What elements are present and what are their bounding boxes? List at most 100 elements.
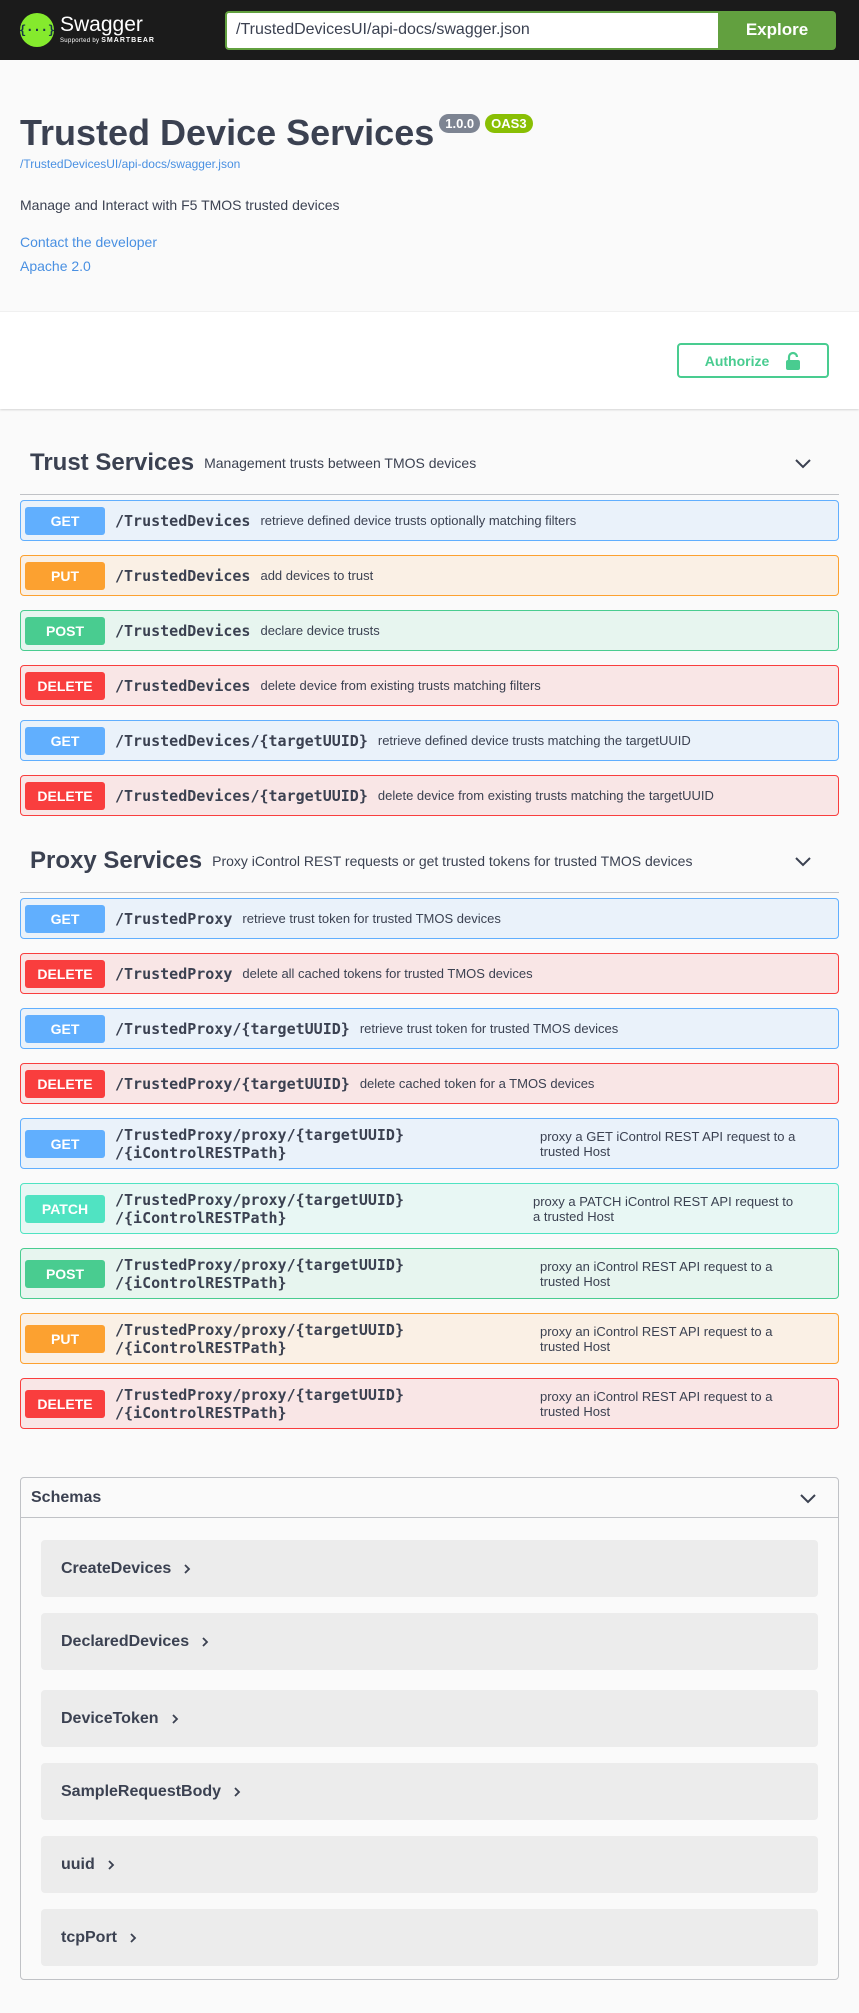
operation-path: /TrustedProxy/proxy/{targetUUID}/{iContr… bbox=[115, 1126, 415, 1162]
schema-item-declareddevices[interactable]: DeclaredDevices bbox=[41, 1613, 818, 1670]
method-badge: DELETE bbox=[25, 959, 105, 988]
method-badge: DELETE bbox=[25, 1069, 105, 1098]
chevron-down-icon[interactable] bbox=[793, 453, 813, 473]
tag-header-proxy-services[interactable]: Proxy Services Proxy iControl REST reque… bbox=[20, 830, 839, 893]
spec-url-input[interactable] bbox=[225, 10, 718, 50]
license-link[interactable]: Apache 2.0 bbox=[20, 258, 839, 274]
operation-path-line2: /{iControlRESTPath} bbox=[115, 1143, 287, 1162]
contact-developer-link[interactable]: Contact the developer bbox=[20, 234, 839, 250]
explore-button[interactable]: Explore bbox=[718, 10, 836, 50]
operation-summary: delete device from existing trusts match… bbox=[260, 678, 541, 693]
schema-item-tcpport[interactable]: tcpPort bbox=[41, 1909, 818, 1966]
chevron-right-icon bbox=[130, 1932, 137, 1943]
operation-put-trusteddevices[interactable]: PUT /TrustedDevices add devices to trust bbox=[20, 555, 839, 596]
operation-get-trusteddevices-targetuuid[interactable]: GET /TrustedDevices/{targetUUID} retriev… bbox=[20, 720, 839, 761]
chevron-down-icon[interactable] bbox=[798, 1488, 818, 1508]
method-badge: GET bbox=[25, 904, 105, 933]
operation-path-line2: /{iControlRESTPath} bbox=[115, 1338, 287, 1357]
tag-header-trust-services[interactable]: Trust Services Management trusts between… bbox=[20, 432, 839, 495]
method-badge: GET bbox=[25, 1014, 105, 1043]
spec-url-link[interactable]: /TrustedDevicesUI/api-docs/swagger.json bbox=[20, 157, 839, 171]
operation-path-line1: /TrustedProxy/proxy/{targetUUID} bbox=[115, 1255, 404, 1274]
method-badge: PATCH bbox=[25, 1194, 105, 1223]
chevron-right-icon bbox=[184, 1563, 191, 1574]
operation-get-trustedproxy[interactable]: GET /TrustedProxy retrieve trust token f… bbox=[20, 898, 839, 939]
schema-name: CreateDevices bbox=[61, 1559, 172, 1577]
operation-delete-trustedproxy[interactable]: DELETE /TrustedProxy delete all cached t… bbox=[20, 953, 839, 994]
operation-post-trustedproxy-proxy[interactable]: POST /TrustedProxy/proxy/{targetUUID}/{i… bbox=[20, 1248, 839, 1299]
operation-get-trustedproxy-proxy[interactable]: GET /TrustedProxy/proxy/{targetUUID}/{iC… bbox=[20, 1118, 839, 1169]
operation-path: /TrustedProxy/{targetUUID} bbox=[115, 1074, 350, 1093]
info-section: Trusted Device Services 1.0.0 OAS3 /Trus… bbox=[0, 60, 859, 312]
operation-summary: proxy an iControl REST API request to a … bbox=[540, 1323, 773, 1354]
operation-delete-trusteddevices-targetuuid[interactable]: DELETE /TrustedDevices/{targetUUID} dele… bbox=[20, 775, 839, 816]
chevron-right-icon bbox=[202, 1636, 209, 1647]
operation-path: /TrustedProxy/proxy/{targetUUID}/{iContr… bbox=[115, 1386, 415, 1422]
schema-item-createdevices[interactable]: CreateDevices bbox=[41, 1540, 818, 1597]
operation-path: /TrustedProxy/{targetUUID} bbox=[115, 1019, 350, 1038]
schema-item-samplerequestbody[interactable]: SampleRequestBody bbox=[41, 1763, 818, 1820]
method-badge: GET bbox=[25, 726, 105, 755]
operation-path-line2: /{iControlRESTPath} bbox=[115, 1403, 287, 1422]
operation-path: /TrustedProxy bbox=[115, 909, 233, 928]
lock-icon bbox=[786, 351, 801, 370]
operation-summary: proxy an iControl REST API request to a … bbox=[540, 1258, 773, 1289]
authorize-button[interactable]: Authorize bbox=[677, 343, 829, 378]
operation-summary: delete device from existing trusts match… bbox=[377, 788, 714, 803]
method-badge: GET bbox=[25, 1129, 105, 1158]
logo-subtitle: Supported by SMARTBEAR bbox=[60, 36, 155, 46]
operation-delete-trusteddevices[interactable]: DELETE /TrustedDevices delete device fro… bbox=[20, 665, 839, 706]
schema-name: DeclaredDevices bbox=[61, 1632, 190, 1650]
tag-description: Proxy iControl REST requests or get trus… bbox=[212, 853, 693, 869]
oas-badge: OAS3 bbox=[485, 114, 533, 133]
operation-path-line1: /TrustedProxy/proxy/{targetUUID} bbox=[115, 1320, 404, 1339]
api-description: Manage and Interact with F5 TMOS trusted… bbox=[20, 197, 340, 213]
tag-section-proxy-services: Proxy Services Proxy iControl REST reque… bbox=[0, 830, 859, 1429]
operation-summary: add devices to trust bbox=[260, 568, 374, 583]
operation-delete-trustedproxy-targetuuid[interactable]: DELETE /TrustedProxy/{targetUUID} delete… bbox=[20, 1063, 839, 1104]
operation-post-trusteddevices[interactable]: POST /TrustedDevices declare device trus… bbox=[20, 610, 839, 651]
chevron-down-icon[interactable] bbox=[793, 851, 813, 871]
operation-path: /TrustedDevices/{targetUUID} bbox=[115, 786, 368, 805]
operation-path: /TrustedDevices bbox=[115, 621, 251, 640]
schema-item-devicetoken[interactable]: DeviceToken bbox=[41, 1690, 818, 1747]
chevron-right-icon bbox=[234, 1786, 241, 1797]
operation-path: /TrustedDevices bbox=[115, 511, 251, 530]
method-badge: DELETE bbox=[25, 781, 105, 810]
logo-supported-text: Supported by bbox=[60, 38, 100, 44]
operation-path: /TrustedProxy bbox=[115, 964, 233, 983]
tag-name: Proxy Services bbox=[30, 847, 203, 874]
schema-name: SampleRequestBody bbox=[61, 1782, 222, 1800]
swagger-logo[interactable]: {···} Swagger Supported by SMARTBEAR bbox=[19, 13, 224, 47]
schema-item-uuid[interactable]: uuid bbox=[41, 1836, 818, 1893]
operation-get-trustedproxy-targetuuid[interactable]: GET /TrustedProxy/{targetUUID} retrieve … bbox=[20, 1008, 839, 1049]
operation-put-trustedproxy-proxy[interactable]: PUT /TrustedProxy/proxy/{targetUUID}/{iC… bbox=[20, 1313, 839, 1364]
operation-path: /TrustedDevices bbox=[115, 676, 251, 695]
schemas-section: Schemas CreateDevices DeclaredDevices De… bbox=[20, 1477, 839, 1980]
operation-path: /TrustedProxy/proxy/{targetUUID}/{iContr… bbox=[115, 1321, 415, 1357]
schemas-title: Schemas bbox=[31, 1488, 102, 1506]
operation-summary: retrieve trust token for trusted TMOS de… bbox=[242, 911, 501, 926]
schemas-header[interactable]: Schemas bbox=[21, 1478, 838, 1518]
logo-brand-text: SMARTBEAR bbox=[101, 37, 155, 44]
schema-list: CreateDevices DeclaredDevices DeviceToke… bbox=[21, 1518, 838, 1966]
operation-summary: proxy a PATCH iControl REST API request … bbox=[533, 1193, 794, 1224]
operation-summary: retrieve defined device trusts matching … bbox=[377, 733, 691, 748]
operation-delete-trustedproxy-proxy[interactable]: DELETE /TrustedProxy/proxy/{targetUUID} /… bbox=[20, 1378, 839, 1429]
method-badge: PUT bbox=[25, 1324, 105, 1353]
operation-patch-trustedproxy-proxy[interactable]: PATCH /TrustedProxy/proxy/{targetUUID}/{… bbox=[20, 1183, 839, 1234]
swagger-logo-icon: {···} bbox=[19, 13, 55, 47]
method-badge: GET bbox=[25, 506, 105, 535]
page-title: Trusted Device Services bbox=[20, 112, 435, 153]
operation-get-trusteddevices[interactable]: GET /TrustedDevices retrieve defined dev… bbox=[20, 500, 839, 541]
operation-summary: delete all cached tokens for trusted TMO… bbox=[242, 966, 533, 981]
schema-name: DeviceToken bbox=[61, 1709, 159, 1727]
operation-summary: delete cached token for a TMOS devices bbox=[359, 1076, 595, 1091]
operation-path: /TrustedProxy/proxy/{targetUUID}/{iContr… bbox=[115, 1191, 415, 1227]
operation-summary: proxy an iControl REST API request to a … bbox=[540, 1388, 773, 1419]
operation-summary: proxy a GET iControl REST API request to… bbox=[540, 1128, 796, 1159]
operation-summary: declare device trusts bbox=[260, 623, 380, 638]
topbar: {···} Swagger Supported by SMARTBEAR Exp… bbox=[0, 0, 859, 60]
chevron-right-icon bbox=[171, 1713, 178, 1724]
scheme-container: Authorize bbox=[0, 312, 859, 409]
